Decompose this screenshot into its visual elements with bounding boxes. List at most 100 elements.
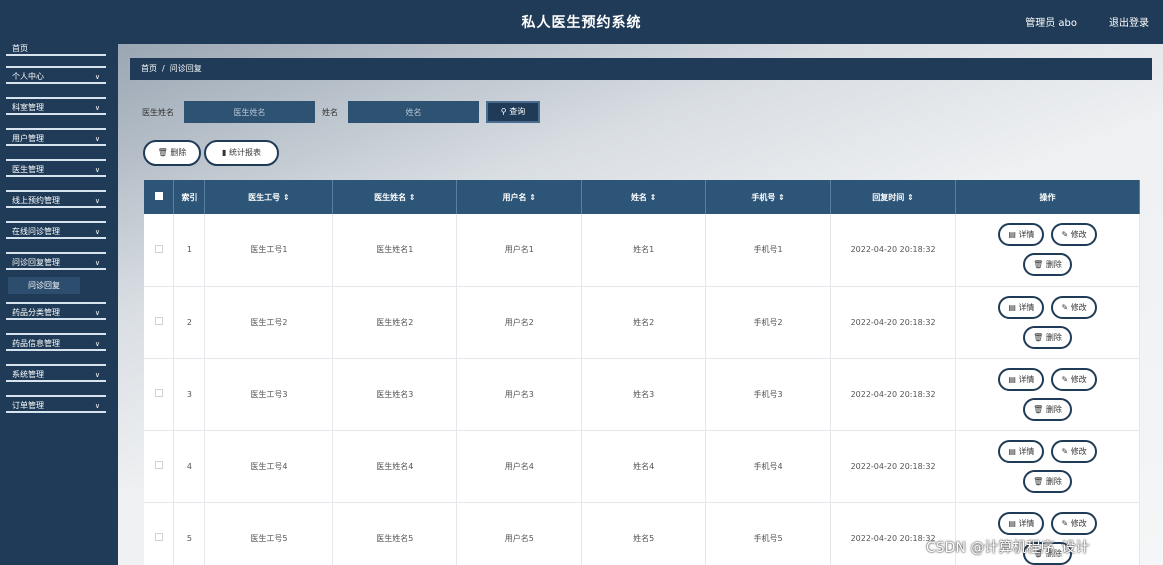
cell-phone: 手机号5 <box>705 502 832 565</box>
cell-phone: 手机号4 <box>705 430 832 503</box>
sidebar-item-orders[interactable]: 订单管理 ∨ <box>6 395 106 413</box>
sidebar-item-drug-info[interactable]: 药品信息管理 ∨ <box>6 333 106 351</box>
delete-button[interactable]: 🗑 删除 <box>1023 325 1072 349</box>
delete-label: 删除 <box>1045 476 1062 486</box>
cell-reply-time: 2022-04-20 20:18:32 <box>830 214 957 287</box>
edit-label: 修改 <box>1070 230 1087 240</box>
row-checkbox[interactable] <box>144 502 175 565</box>
chevron-down-icon: ∨ <box>94 371 100 379</box>
trash-icon: 🗑 <box>157 148 168 157</box>
cell-reply-time: 2022-04-20 20:18:32 <box>830 286 957 359</box>
cell-name: 姓名3 <box>581 358 707 431</box>
table-row: 3 医生工号3 医生姓名3 用户名3 姓名3 手机号3 2022-04-20 20:18:3… <box>144 358 1140 431</box>
cell-username: 用户名1 <box>456 214 583 287</box>
sidebar-item-home[interactable]: 首页 <box>6 44 106 56</box>
row-checkbox[interactable] <box>144 430 175 503</box>
sidebar-item-personal-center[interactable]: 个人中心 ∨ <box>6 66 106 84</box>
sidebar-item-system[interactable]: 系统管理 ∨ <box>6 364 106 382</box>
table-row: 1 医生工号1 医生姓名1 用户名1 姓名1 手机号1 2022-04-20 20:18:3… <box>144 214 1140 287</box>
cell-username: 用户名4 <box>456 430 583 503</box>
col-doctor-name[interactable]: 医生姓名 ⇕ <box>332 180 458 214</box>
col-doctor-no[interactable]: 医生工号 ⇕ <box>204 180 334 214</box>
delete-button[interactable]: 🗑 删除 <box>1023 469 1072 493</box>
row-actions-top: ▤ 详情 ✎ 修改 <box>998 223 1097 247</box>
chevron-down-icon: ∨ <box>94 340 100 348</box>
table-header-row: 索引 医生工号 ⇕ 医生姓名 ⇕ 用户名 ⇕ 姓名 ⇕ 手机号 ⇕ 回复时间 ⇕… <box>144 180 1140 214</box>
cell-name: 姓名1 <box>581 214 707 287</box>
edit-button[interactable]: ✎ 修改 <box>1051 295 1097 319</box>
trash-icon: 🗑 <box>1033 260 1044 270</box>
detail-button[interactable]: ▤ 详情 <box>998 511 1045 535</box>
cell-doctor-no: 医生工号1 <box>204 214 334 287</box>
col-reply-time[interactable]: 回复时间 ⇕ <box>830 180 957 214</box>
cell-username: 用户名5 <box>456 502 583 565</box>
sidebar-subitem-reply[interactable]: 问诊回复 <box>8 277 80 294</box>
document-icon: ▤ <box>1008 230 1016 240</box>
col-name[interactable]: 姓名 ⇕ <box>581 180 707 214</box>
detail-button[interactable]: ▤ 详情 <box>998 439 1045 463</box>
edit-button[interactable]: ✎ 修改 <box>1051 511 1097 535</box>
app-title: 私人医生预约系统 <box>521 15 642 31</box>
sidebar-item-replies[interactable]: 问诊回复管理 ∨ <box>6 252 106 270</box>
col-index: 索引 <box>173 180 206 214</box>
sidebar-item-department[interactable]: 科室管理 ∨ <box>6 97 106 115</box>
chevron-down-icon: ∨ <box>94 73 100 81</box>
pencil-icon: ✎ <box>1061 446 1069 456</box>
row-checkbox[interactable] <box>144 358 175 431</box>
chevron-down-icon: ∨ <box>94 228 100 236</box>
doctor-name-input[interactable] <box>184 101 315 123</box>
search-icon: ⚲ <box>500 107 507 116</box>
logout-link[interactable]: 退出登录 <box>1109 14 1149 29</box>
cell-ops: ▤ 详情 ✎ 修改 🗑 删除 <box>955 358 1140 431</box>
cell-name: 姓名4 <box>581 430 707 503</box>
col-username[interactable]: 用户名 ⇕ <box>456 180 583 214</box>
cell-index: 3 <box>173 358 206 431</box>
cell-index: 1 <box>173 214 206 287</box>
sidebar-item-appointments[interactable]: 线上预约管理 ∨ <box>6 190 106 208</box>
edit-button[interactable]: ✎ 修改 <box>1051 439 1097 463</box>
detail-button[interactable]: ▤ 详情 <box>998 223 1045 247</box>
cell-doctor-name: 医生姓名4 <box>332 430 458 503</box>
sidebar-item-label: 首页 <box>12 44 28 53</box>
cell-reply-time: 2022-04-20 20:18:32 <box>830 358 957 431</box>
sidebar-item-doctors[interactable]: 医生管理 ∨ <box>6 159 106 177</box>
detail-button[interactable]: ▤ 详情 <box>998 295 1045 319</box>
delete-button[interactable]: 🗑 删除 <box>1023 397 1072 421</box>
detail-button[interactable]: ▤ 详情 <box>998 367 1045 391</box>
select-all-checkbox[interactable] <box>144 180 175 214</box>
edit-button[interactable]: ✎ 修改 <box>1051 367 1097 391</box>
cell-doctor-name: 医生姓名2 <box>332 286 458 359</box>
delete-button[interactable]: 🗑 删除 <box>1023 253 1072 277</box>
breadcrumb: 首页 / 问诊回复 <box>130 58 1152 80</box>
cell-doctor-name: 医生姓名5 <box>332 502 458 565</box>
query-button[interactable]: ⚲ 查询 <box>486 101 540 123</box>
sidebar-item-consultations[interactable]: 在线问诊管理 ∨ <box>6 221 106 239</box>
checkbox-icon <box>154 461 163 469</box>
edit-button[interactable]: ✎ 修改 <box>1051 223 1097 247</box>
sidebar-item-drug-category[interactable]: 药品分类管理 ∨ <box>6 302 106 320</box>
checkbox-icon <box>154 244 163 253</box>
sidebar-item-label: 订单管理 <box>12 401 44 410</box>
batch-delete-button[interactable]: 🗑 删除 <box>143 140 201 166</box>
cell-name: 姓名2 <box>581 286 707 359</box>
delete-label: 删除 <box>1045 404 1062 414</box>
delete-label: 删除 <box>1045 332 1062 342</box>
row-checkbox[interactable] <box>144 286 175 359</box>
replies-table: 索引 医生工号 ⇕ 医生姓名 ⇕ 用户名 ⇕ 姓名 ⇕ 手机号 ⇕ 回复时间 ⇕… <box>144 180 1140 565</box>
cell-doctor-no: 医生工号3 <box>204 358 334 431</box>
cell-phone: 手机号2 <box>705 286 832 359</box>
stats-report-button[interactable]: ▮ 统计报表 <box>204 140 279 166</box>
breadcrumb-home[interactable]: 首页 <box>141 64 157 73</box>
cell-doctor-no: 医生工号4 <box>204 430 334 503</box>
edit-label: 修改 <box>1070 446 1087 456</box>
row-actions-top: ▤ 详情 ✎ 修改 <box>998 295 1097 319</box>
delete-label: 删除 <box>1045 260 1062 270</box>
checkbox-icon <box>154 533 163 541</box>
row-checkbox[interactable] <box>144 214 175 287</box>
current-user: 管理员 abo <box>1025 18 1077 29</box>
sidebar-item-label: 药品分类管理 <box>12 308 60 317</box>
cell-index: 4 <box>173 430 206 503</box>
col-phone[interactable]: 手机号 ⇕ <box>705 180 832 214</box>
sidebar-item-users[interactable]: 用户管理 ∨ <box>6 128 106 146</box>
name-input[interactable] <box>348 101 479 123</box>
